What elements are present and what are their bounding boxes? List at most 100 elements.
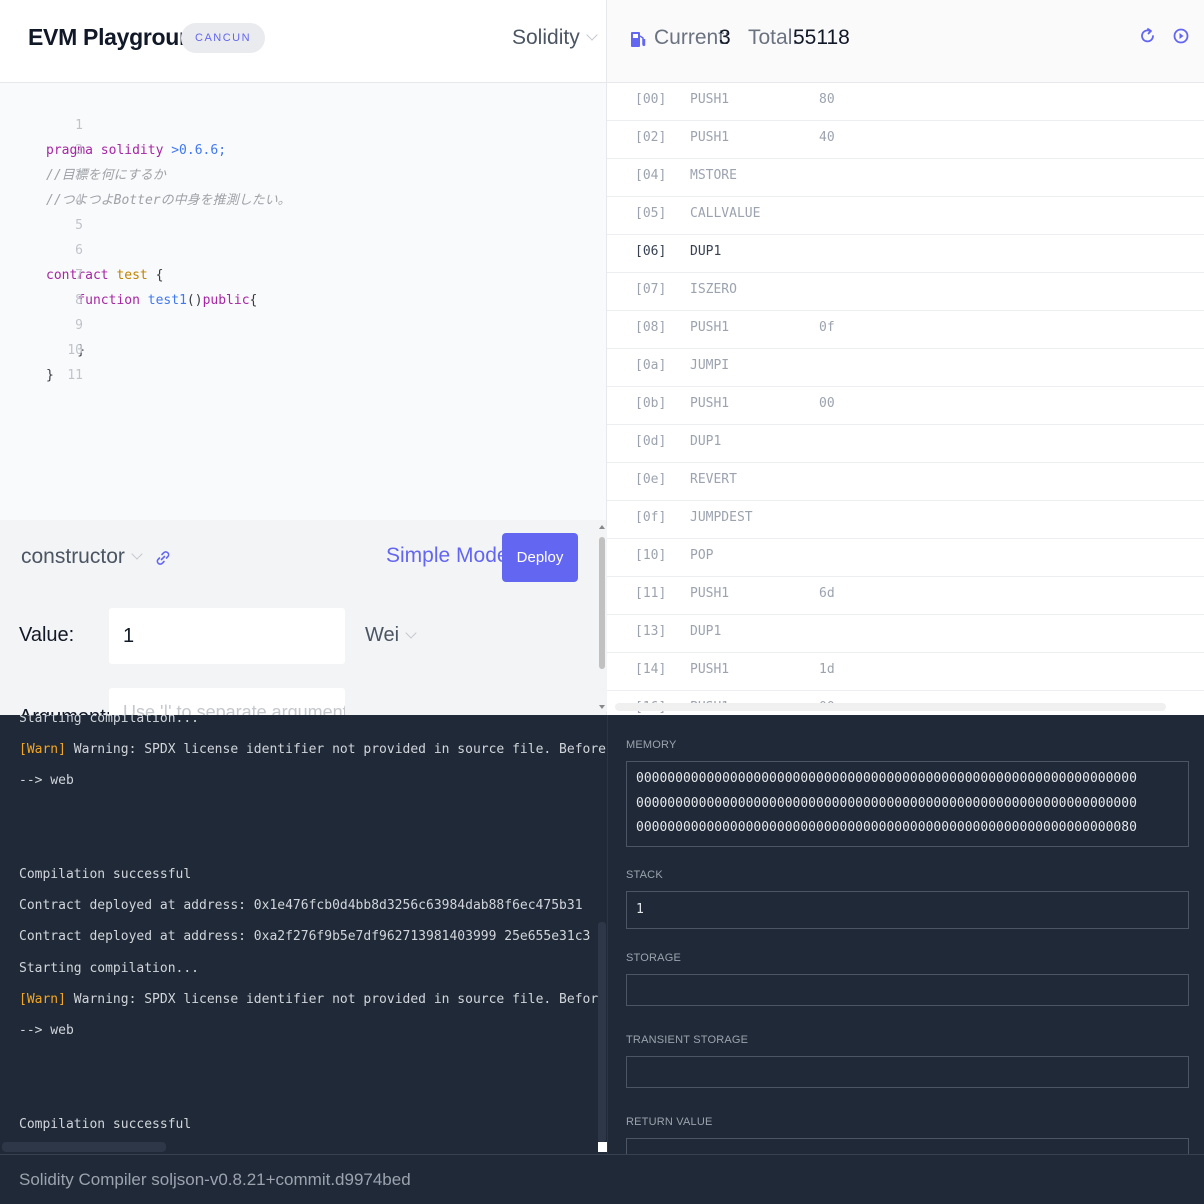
gas-total-value: 55118 xyxy=(793,26,850,49)
argument-input[interactable]: Use '|' to separate arguments xyxy=(109,688,345,715)
unit-select-label: Wei xyxy=(365,624,400,646)
console-line-text: Warning: SPDX license identifier not pro… xyxy=(65,742,607,757)
memory-line: 0000000000000000000000000000000000000000… xyxy=(636,795,1137,811)
console-line-text: Contract deployed at address: 0xa2f276f9… xyxy=(19,929,591,944)
opcode-row[interactable]: [0a] JUMPI xyxy=(607,349,1204,387)
opcode-arg: 80 xyxy=(819,92,835,107)
run-icon[interactable] xyxy=(1172,27,1190,45)
opcode-row[interactable]: [14] PUSH1 1d xyxy=(607,653,1204,691)
gas-current-value: 3 xyxy=(719,26,731,49)
compiler-version: Solidity Compiler soljson-v0.8.21+commit… xyxy=(19,1170,411,1189)
code-line: 7 function test1()public{ xyxy=(0,238,257,308)
line-number: 3 xyxy=(75,168,83,183)
opcode-pc: [0d] xyxy=(635,434,667,449)
opcode-pc: [07] xyxy=(635,282,667,297)
fork-select-badge[interactable]: CANCUN xyxy=(181,23,266,53)
opcode-row[interactable]: [0e] REVERT xyxy=(607,463,1204,501)
opcode-name: PUSH1 xyxy=(690,662,730,677)
line-number: 8 xyxy=(75,293,83,308)
constructor-scroll-thumb[interactable] xyxy=(599,537,605,669)
opcode-name: DUP1 xyxy=(690,244,722,259)
memory-box[interactable]: 0000000000000000000000000000000000000000… xyxy=(626,761,1189,847)
opcode-name: POP xyxy=(690,548,714,563)
opcode-pc: [06] xyxy=(635,244,667,259)
code-line: 9 } xyxy=(0,288,85,358)
line-number: 10 xyxy=(67,343,83,358)
opcode-arg: 00 xyxy=(819,396,835,411)
opcode-pc: [11] xyxy=(635,586,667,601)
opcode-row[interactable]: [00] PUSH1 80 xyxy=(607,83,1204,121)
unit-select[interactable]: Wei xyxy=(365,624,417,647)
opcode-name: JUMPDEST xyxy=(690,510,753,525)
chevron-down-icon xyxy=(586,29,598,42)
console-line-text: Warning: SPDX license identifier not pro… xyxy=(65,992,607,1007)
console-line: Contract deployed at address: 0x1e476fcb… xyxy=(19,896,583,916)
header-left: EVM Playground CANCUN Solidity xyxy=(0,0,607,83)
opcode-name: ISZERO xyxy=(690,282,737,297)
opcode-row[interactable]: [04] MSTORE xyxy=(607,159,1204,197)
warn-tag: [Warn] xyxy=(19,992,66,1007)
opcode-name: PUSH1 xyxy=(690,130,730,145)
transient-storage-box[interactable] xyxy=(626,1056,1189,1088)
opcode-arg: 40 xyxy=(819,130,835,145)
opcode-pc: [04] xyxy=(635,168,667,183)
simple-mode-toggle[interactable]: Simple Mode xyxy=(386,544,509,568)
language-select[interactable]: Solidity xyxy=(512,26,598,50)
opcode-row[interactable]: [11] PUSH1 6d xyxy=(607,577,1204,615)
opcode-name: DUP1 xyxy=(690,434,722,449)
storage-label: STORAGE xyxy=(626,952,681,964)
stack-label: STACK xyxy=(626,869,663,881)
console-horizontal-scrollbar[interactable] xyxy=(2,1142,166,1152)
constructor-panel: constructor Simple Mode Deploy Value: 1 … xyxy=(0,520,607,715)
console-scroll-corner xyxy=(598,1142,607,1152)
opcode-row[interactable]: [13] DUP1 xyxy=(607,615,1204,653)
line-number: 6 xyxy=(75,243,83,258)
scroll-up-icon[interactable] xyxy=(599,525,605,529)
scroll-down-icon[interactable] xyxy=(599,705,605,709)
opcode-row[interactable]: [0f] JUMPDEST xyxy=(607,501,1204,539)
opcode-row[interactable]: [0d] DUP1 xyxy=(607,425,1204,463)
console-line: --> web xyxy=(19,771,74,791)
line-number: 1 xyxy=(75,118,83,133)
code-line: 10 } xyxy=(0,313,83,383)
gas-total-label: Total: xyxy=(748,26,799,49)
method-select[interactable]: constructor xyxy=(21,545,143,569)
stack-value: 1 xyxy=(636,902,644,917)
storage-box[interactable] xyxy=(626,974,1189,1006)
opcode-pc: [05] xyxy=(635,206,667,221)
opcode-row[interactable]: [02] PUSH1 40 xyxy=(607,121,1204,159)
memory-line: 0000000000000000000000000000000000000000… xyxy=(636,820,1137,835)
console-line-text: Contract deployed at address: 0x1e476fcb… xyxy=(19,898,583,913)
opcode-row[interactable]: [10] POP xyxy=(607,539,1204,577)
opcode-pc: [0a] xyxy=(635,358,667,373)
code-line: 6 contract test { xyxy=(0,213,163,283)
opcode-row[interactable]: [08] PUSH1 0f xyxy=(607,311,1204,349)
code-line: 11 xyxy=(0,338,83,383)
deploy-button[interactable]: Deploy xyxy=(502,533,578,582)
opcode-horizontal-scrollbar[interactable] xyxy=(615,703,1166,711)
share-link-icon[interactable] xyxy=(155,550,171,566)
gas-pump-icon xyxy=(631,32,646,47)
opcode-name: REVERT xyxy=(690,472,737,487)
output-console[interactable]: Starting compilation... [Warn] Warning: S… xyxy=(0,715,607,1154)
console-vertical-scrollbar[interactable] xyxy=(598,922,606,1142)
console-line: Starting compilation... xyxy=(19,715,199,729)
language-select-label: Solidity xyxy=(512,26,580,49)
reset-icon[interactable] xyxy=(1139,27,1157,45)
opcode-list[interactable]: [00] PUSH1 80 [02] PUSH1 40 [04] MSTORE [05] CALL… xyxy=(607,83,1204,715)
opcode-row[interactable]: [07] ISZERO xyxy=(607,273,1204,311)
return-value-box[interactable] xyxy=(626,1138,1189,1154)
code-editor[interactable]: 1 pragma solidity >0.6.6; 2 //目標を何にするか 3… xyxy=(0,83,607,520)
opcode-pc: [13] xyxy=(635,624,667,639)
opcode-pc: [02] xyxy=(635,130,667,145)
console-line-text: Compilation successful xyxy=(19,867,192,882)
opcode-row[interactable]: [0b] PUSH1 00 xyxy=(607,387,1204,425)
stack-box[interactable]: 1 xyxy=(626,891,1189,929)
evm-playground-app: EVM Playground CANCUN Solidity Current: … xyxy=(0,0,1204,1204)
opcode-row[interactable]: [05] CALLVALUE xyxy=(607,197,1204,235)
method-select-label: constructor xyxy=(21,545,125,568)
value-input[interactable]: 1 xyxy=(109,608,345,664)
opcode-row[interactable]: [06] DUP1 xyxy=(607,235,1204,273)
opcode-name: PUSH1 xyxy=(690,396,730,411)
opcode-arg: 0f xyxy=(819,320,835,335)
